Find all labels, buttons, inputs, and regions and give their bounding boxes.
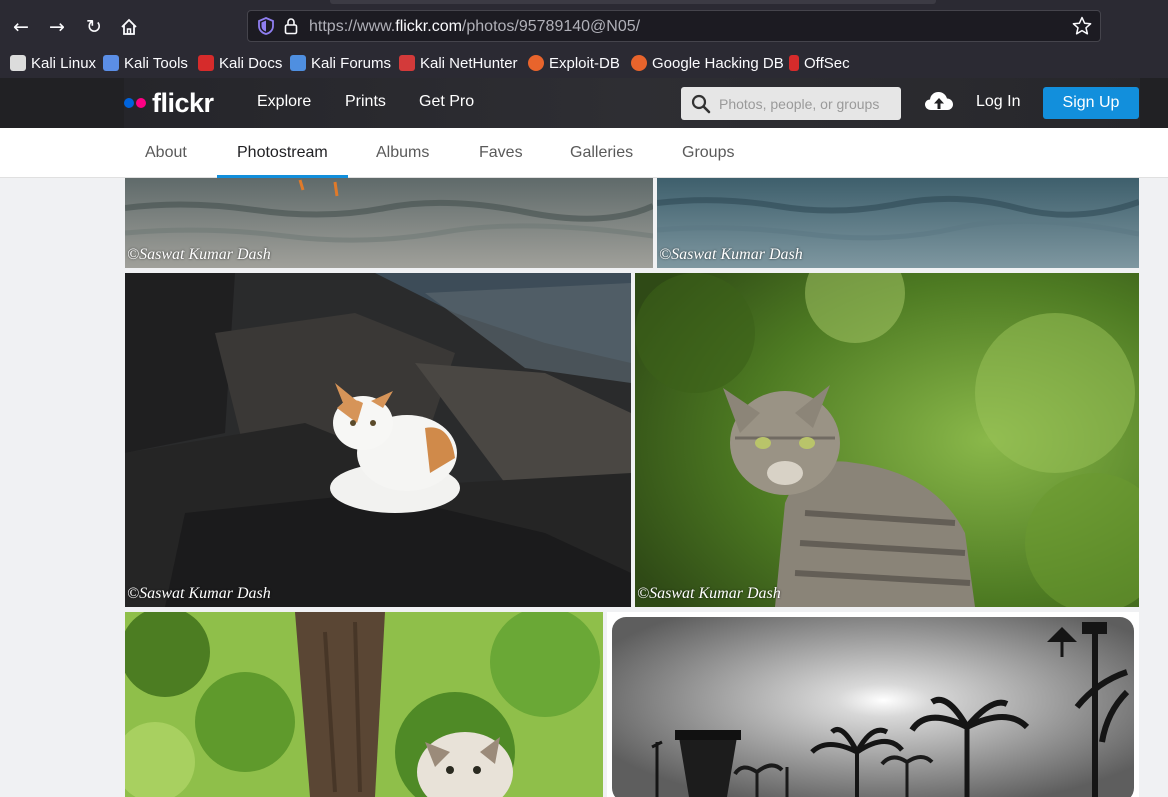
tab-strip [330,0,936,4]
photo-tile[interactable] [125,612,603,797]
bookmark-google-hacking-db[interactable]: Google Hacking DB [631,52,784,74]
bookmark-label: OffSec [804,54,850,72]
profile-subnav: About Photostream Albums Faves Galleries… [0,128,1168,178]
photo-credit: ©Saswat Kumar Dash [659,246,803,263]
forward-arrow-icon[interactable]: → [44,14,70,40]
bookmark-offsec[interactable]: OffSec [789,52,850,74]
url-path: /photos/95789140@N05/ [461,18,641,35]
signup-button[interactable]: Sign Up [1043,87,1139,119]
kitten-in-tree-image [125,612,603,797]
exploit-db-icon [528,55,544,71]
offsec-icon [789,55,799,71]
lock-icon[interactable] [284,17,298,35]
photo-credit: ©Saswat Kumar Dash [637,585,781,602]
ghdb-icon [631,55,647,71]
photo-credit: ©Saswat Kumar Dash [127,246,271,263]
url-prefix: https://www. [309,18,396,35]
nav-explore[interactable]: Explore [257,93,311,111]
bookmark-kali-nethunter[interactable]: Kali NetHunter [399,52,518,74]
kali-docs-icon [198,55,214,71]
bookmark-exploit-db[interactable]: Exploit-DB [528,52,620,74]
flickr-logo[interactable]: flickr [124,87,214,119]
nav-get-pro[interactable]: Get Pro [419,93,474,111]
upload-cloud-icon[interactable] [924,90,954,114]
photo-credit: ©Saswat Kumar Dash [127,585,271,602]
tab-galleries[interactable]: Galleries [570,128,633,178]
photo-tile[interactable]: ©Saswat Kumar Dash [125,178,653,268]
back-arrow-icon[interactable]: ← [8,14,34,40]
search-icon[interactable] [691,94,711,114]
tracking-shield-icon[interactable] [258,17,274,35]
url-text[interactable]: https://www.flickr.com/photos/95789140@N… [309,18,640,36]
white-orange-cat-on-rocks-image [125,273,631,607]
tabby-cat-green-background-image [635,273,1139,607]
reload-icon[interactable]: ↻ [81,14,107,40]
bookmark-kali-forums[interactable]: Kali Forums [290,52,391,74]
kali-dragon-icon [10,55,26,71]
nethunter-icon [399,55,415,71]
monochrome-palm-trees-sun-image [612,617,1134,797]
photo-tile[interactable]: ©Saswat Kumar Dash [635,273,1139,607]
photo-tile[interactable]: ©Saswat Kumar Dash [125,273,631,607]
tab-faves[interactable]: Faves [479,128,523,178]
photo-tile[interactable] [607,612,1139,797]
browser-toolbar: ← → ↻ https://www.flickr.com/photos/9578… [0,0,1168,78]
bookmarks-toolbar: Kali Linux Kali Tools Kali Docs Kali For… [0,50,1168,76]
tab-photostream[interactable]: Photostream [217,128,348,178]
bookmark-kali-tools[interactable]: Kali Tools [103,52,188,74]
logo-pink-dot [136,98,146,108]
bookmark-kali-linux[interactable]: Kali Linux [10,52,96,74]
bookmark-label: Kali Tools [124,54,188,72]
bookmark-label: Kali Docs [219,54,283,72]
tab-about[interactable]: About [145,128,187,178]
nav-prints[interactable]: Prints [345,93,386,111]
bookmark-label: Kali Linux [31,54,97,72]
login-link[interactable]: Log In [976,93,1020,111]
bookmark-star-icon[interactable] [1072,16,1092,36]
tab-groups[interactable]: Groups [682,128,734,178]
home-icon[interactable] [116,14,142,40]
search-box[interactable] [681,87,901,120]
photo-tile[interactable]: ©Saswat Kumar Dash [657,178,1139,268]
site-header: flickr Explore Prints Get Pro Log In Sig… [0,78,1168,128]
url-domain: flickr.com [395,18,462,35]
bookmark-kali-docs[interactable]: Kali Docs [198,52,282,74]
tab-albums[interactable]: Albums [376,128,429,178]
search-input[interactable] [719,87,897,120]
kali-tools-icon [103,55,119,71]
bookmark-label: Kali Forums [311,54,392,72]
kali-forums-icon [290,55,306,71]
bookmark-label: Kali NetHunter [420,54,518,72]
logo-blue-dot [124,98,134,108]
address-bar[interactable]: https://www.flickr.com/photos/95789140@N… [247,10,1101,42]
bookmark-label: Exploit-DB [549,54,620,72]
bookmark-label: Google Hacking DB [652,54,784,72]
logo-text: flickr [152,87,214,118]
